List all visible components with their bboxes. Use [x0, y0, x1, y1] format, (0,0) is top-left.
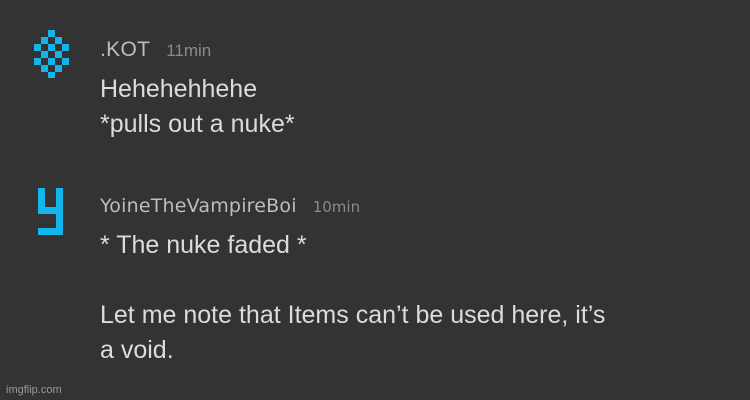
message-line [100, 263, 605, 298]
message-line: *pulls out a nuke* [100, 110, 295, 138]
pixel-diamond-icon[interactable] [28, 30, 76, 78]
timestamp: 10min [312, 198, 361, 216]
pixel-y-icon[interactable] [38, 188, 86, 236]
message-line: * The nuke faded * [100, 231, 307, 259]
message-header: YoineTheVampireBoi 10min [100, 195, 360, 217]
message-line: a void. [100, 336, 174, 364]
message-line: Hehehehhehe [100, 75, 258, 103]
message-line: Let me note that Items can’t be used her… [100, 301, 606, 329]
username[interactable]: YoineTheVampireBoi [100, 195, 297, 217]
username[interactable]: .KOT [100, 38, 150, 61]
chat-feed: .KOT 11min Hehehehhehe *pulls out a nuke*… [0, 0, 750, 400]
message-text: * The nuke faded * Let me note that Item… [100, 228, 605, 368]
watermark: imgflip.com [6, 384, 62, 396]
message-text: Hehehehhehe *pulls out a nuke* [100, 72, 295, 142]
message-header: .KOT 11min [100, 38, 211, 62]
timestamp: 11min [166, 41, 212, 60]
